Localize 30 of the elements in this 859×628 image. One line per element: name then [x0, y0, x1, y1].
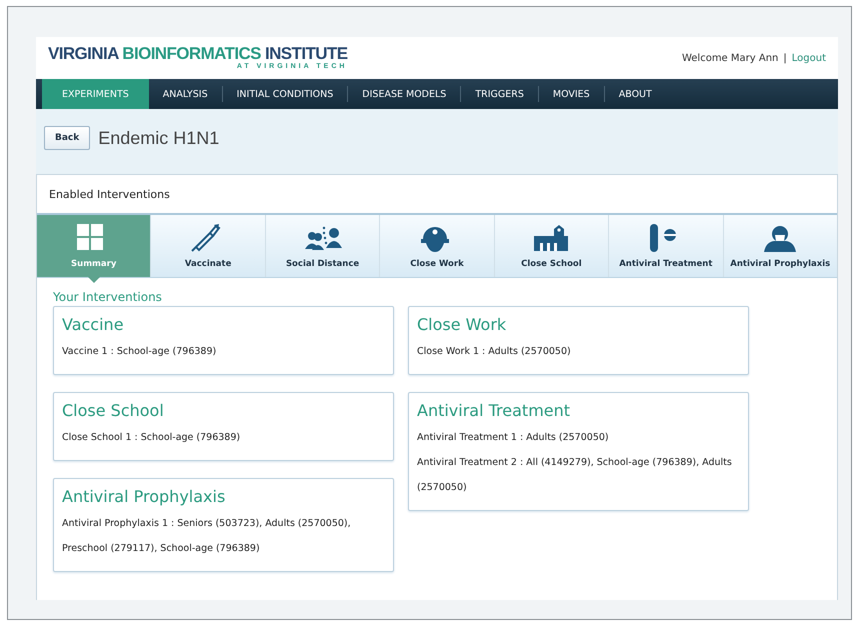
welcome-text: Welcome Mary Ann — [682, 52, 778, 64]
nav-tab[interactable]: DISEASE MODELS — [348, 79, 460, 109]
logout-link[interactable]: Logout — [792, 52, 826, 64]
nav-tab[interactable]: TRIGGERS — [461, 79, 538, 109]
separator: | — [783, 52, 787, 64]
intervention-detail: Antiviral Prophylaxis 1 : Seniors (503723), Adults (2570050), Preschool (279117), School-age (796389) — [62, 517, 352, 556]
intervention-detail: Antiviral Treatment 1 : Adults (2570050) — [417, 431, 610, 445]
nav-tab[interactable]: ABOUT — [604, 79, 666, 109]
intervention-tab[interactable]: Antiviral Prophylaxis — [722, 215, 837, 277]
intervention-detail: Close Work 1 : Adults (2570050) — [417, 345, 572, 359]
logo-title: VIRGINIA BIOINFORMATICS INSTITUTE — [48, 45, 348, 63]
nav-tab[interactable]: MOVIES — [538, 79, 604, 109]
intervention-tab[interactable]: Vaccinate — [150, 215, 265, 277]
intervention-tab[interactable]: Close School — [494, 215, 608, 277]
intervention-detail: Vaccine 1 : School-age (796389) — [62, 345, 218, 359]
section-heading: Your Interventions — [52, 289, 163, 306]
intervention-detail: Antiviral Treatment 2 : All (4149279), School-age (796389), Adults (2570050) — [417, 456, 733, 495]
card-title: Close School — [62, 401, 165, 420]
nav-tab[interactable]: ANALYSIS — [148, 79, 222, 109]
page-title: Endemic H1N1 — [98, 128, 220, 148]
intervention-tab[interactable]: Close Work — [379, 215, 494, 277]
nav-tab[interactable]: INITIAL CONDITIONS — [222, 79, 348, 109]
back-button[interactable]: Back — [44, 126, 90, 150]
intervention-tab[interactable]: Social Distance — [264, 215, 380, 277]
intervention-detail: Close School 1 : School-age (796389) — [62, 431, 242, 445]
card-title: Vaccine — [62, 315, 125, 334]
intervention-tab[interactable]: Antiviral Treatment — [608, 215, 723, 277]
card-title: Antiviral Treatment — [417, 401, 572, 420]
card-title: Antiviral Prophylaxis — [62, 487, 226, 506]
card-title: Close Work — [417, 315, 508, 334]
